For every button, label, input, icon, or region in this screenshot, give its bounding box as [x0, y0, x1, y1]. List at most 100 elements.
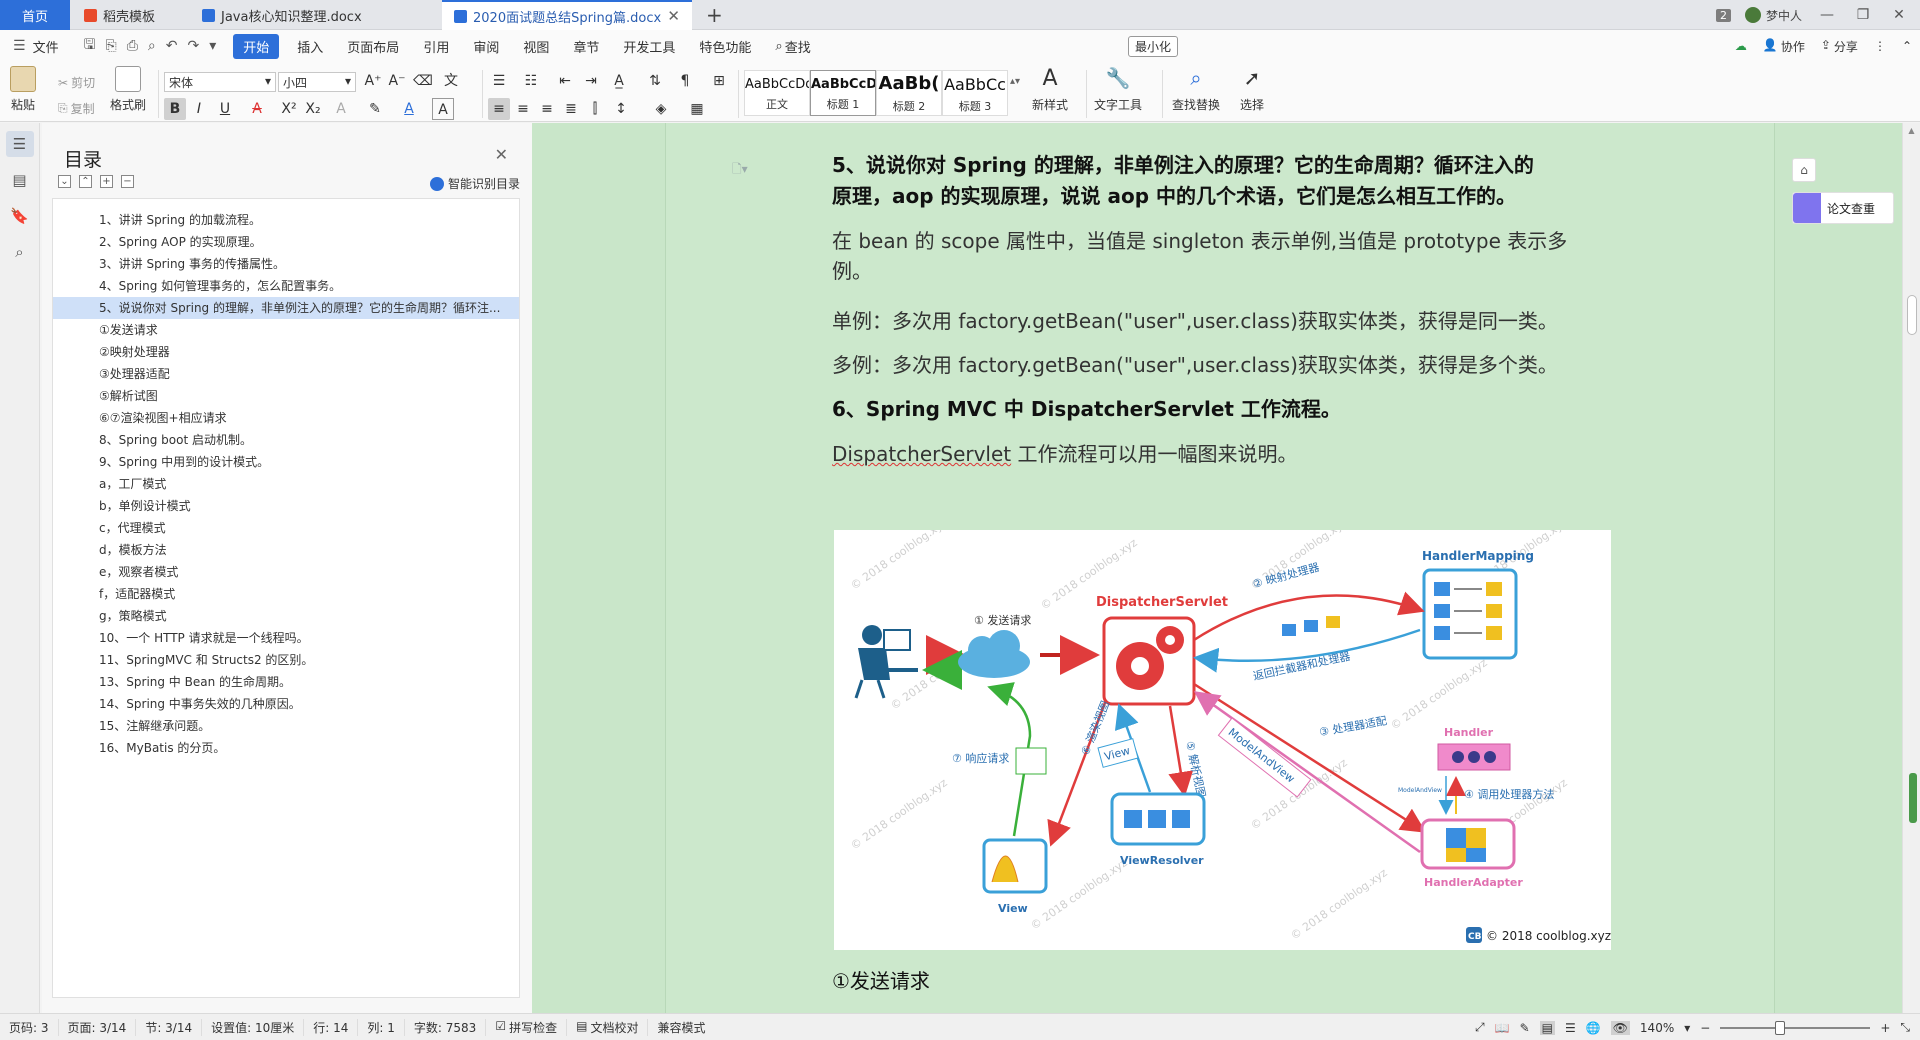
- bookmark-icon[interactable]: 🔖: [6, 203, 34, 229]
- new-tab-button[interactable]: +: [706, 0, 723, 30]
- justify-icon[interactable]: ≣: [560, 98, 582, 120]
- underline-icon[interactable]: U: [214, 98, 236, 120]
- smart-toc-button[interactable]: 智能识别目录: [429, 175, 520, 192]
- toc-item[interactable]: 5、说说你对 Spring 的理解，非单例注入的原理？它的生命周期？循环注...: [53, 297, 519, 319]
- align-left-icon[interactable]: ≡: [488, 98, 510, 120]
- format-painter-button[interactable]: 格式刷: [110, 66, 146, 113]
- page-view-icon[interactable]: ▤: [1539, 1020, 1555, 1035]
- print-preview-icon[interactable]: ⌕: [143, 38, 161, 54]
- toc-panel-icon[interactable]: ☰: [5, 131, 34, 157]
- menu-features[interactable]: 特色功能: [687, 37, 763, 56]
- fit-page-icon[interactable]: ⤡: [1900, 1020, 1910, 1035]
- tab-doc-java[interactable]: Java核心知识整理.docx: [190, 0, 442, 30]
- toc-item[interactable]: 10、一个 HTTP 请求就是一个线程吗。: [53, 627, 519, 649]
- table-border-icon[interactable]: ▦: [686, 98, 708, 120]
- line-spacing-icon[interactable]: ↕: [610, 98, 632, 120]
- toc-item[interactable]: f，适配器模式: [53, 583, 519, 605]
- shrink-font-icon[interactable]: A⁻: [386, 70, 408, 92]
- redo-icon[interactable]: ↷: [183, 38, 205, 54]
- menu-file[interactable]: 文件: [31, 37, 71, 56]
- undo-icon[interactable]: ↶: [161, 38, 183, 54]
- zoom-in-icon[interactable]: +: [1880, 1021, 1890, 1035]
- menu-references[interactable]: 引用: [411, 37, 461, 56]
- text-effect-icon[interactable]: A: [330, 98, 352, 120]
- highlight-icon[interactable]: ✎: [364, 98, 386, 120]
- menu-search[interactable]: ⌕ 查找: [763, 37, 822, 56]
- toc-item[interactable]: 9、Spring 中用到的设计模式。: [53, 451, 519, 473]
- toc-item[interactable]: d，模板方法: [53, 539, 519, 561]
- share-button[interactable]: ⇪ 分享: [1821, 38, 1858, 55]
- zoom-slider-knob[interactable]: [1775, 1020, 1786, 1035]
- collapse-ribbon-icon[interactable]: ⌃: [1902, 39, 1912, 53]
- reading-mode-icon[interactable]: 📖: [1495, 1021, 1510, 1035]
- toc-item[interactable]: ⑥⑦渲染视图+相应请求: [53, 407, 519, 429]
- status-section[interactable]: 节: 3/14: [136, 1018, 203, 1036]
- doc-check-button[interactable]: ▤ 文档校对: [567, 1018, 649, 1036]
- superscript-icon[interactable]: X²: [278, 98, 300, 120]
- char-shading-icon[interactable]: A: [432, 98, 454, 120]
- menu-insert[interactable]: 插入: [285, 37, 335, 56]
- bold-icon[interactable]: B: [164, 98, 186, 120]
- scroll-up-icon[interactable]: ▲: [1903, 126, 1920, 135]
- collab-button[interactable]: 👤 协作: [1763, 38, 1805, 55]
- toc-item[interactable]: ②映射处理器: [53, 341, 519, 363]
- numbered-list-icon[interactable]: ☷: [520, 70, 542, 92]
- menu-chapter[interactable]: 章节: [561, 37, 611, 56]
- toc-item[interactable]: ③处理器适配: [53, 363, 519, 385]
- user-account[interactable]: 梦中人: [1744, 7, 1802, 24]
- style-heading-1[interactable]: AaBbCcDd 标题 1: [810, 70, 876, 116]
- outline-view-icon[interactable]: ☰: [1565, 1021, 1576, 1035]
- toc-item[interactable]: 14、Spring 中事务失效的几种原因。: [53, 693, 519, 715]
- toc-item[interactable]: 1、讲讲 Spring 的加载流程。: [53, 209, 519, 231]
- align-center-icon[interactable]: ≡: [512, 98, 534, 120]
- menu-dev-tools[interactable]: 开发工具: [611, 37, 687, 56]
- minimize-window-icon[interactable]: —: [1816, 7, 1838, 23]
- save-icon[interactable]: 🖫: [79, 34, 101, 58]
- spell-error-word[interactable]: DispatcherServlet: [832, 442, 1011, 466]
- tab-home[interactable]: 首页: [0, 0, 70, 30]
- spell-check-button[interactable]: ☑ 拼写检查: [486, 1018, 568, 1036]
- remove-heading-icon[interactable]: −: [121, 175, 134, 188]
- restore-window-icon[interactable]: ❐: [1852, 7, 1874, 23]
- status-setting[interactable]: 设置值: 10厘米: [202, 1018, 305, 1036]
- toc-item[interactable]: ⑤解析试图: [53, 385, 519, 407]
- toc-item[interactable]: g，策略模式: [53, 605, 519, 627]
- page-marker-icon[interactable]: 🗋▾: [732, 160, 748, 181]
- add-heading-icon[interactable]: +: [100, 175, 113, 188]
- increase-indent-icon[interactable]: ⇥: [580, 70, 602, 92]
- fullscreen-icon[interactable]: ⤢: [1475, 1020, 1485, 1035]
- chinese-layout-icon[interactable]: A̲: [608, 70, 630, 92]
- tab-template[interactable]: 稻壳模板: [72, 0, 190, 30]
- style-heading-3[interactable]: AaBbCc 标题 3: [942, 70, 1008, 116]
- toc-item[interactable]: 3、讲讲 Spring 事务的传播属性。: [53, 253, 519, 275]
- new-style-button[interactable]: A 新样式: [1032, 66, 1068, 113]
- print-icon[interactable]: ⎙: [122, 38, 143, 54]
- zoom-slider[interactable]: [1720, 1020, 1871, 1035]
- web-view-icon[interactable]: 🌐: [1586, 1021, 1601, 1035]
- select-button[interactable]: ➚ 选择: [1240, 66, 1264, 113]
- zoom-percent[interactable]: 140%: [1640, 1021, 1674, 1035]
- font-color-icon[interactable]: A: [398, 98, 420, 120]
- strikethrough-icon[interactable]: A: [246, 98, 268, 120]
- copy-button[interactable]: ⎘ 复制: [58, 100, 95, 117]
- toc-item[interactable]: 15、注解继承问题。: [53, 715, 519, 737]
- scrollbar-thumb[interactable]: [1907, 295, 1917, 335]
- cloud-sync-icon[interactable]: ☁: [1735, 39, 1747, 53]
- edit-mode-icon[interactable]: ✎: [1520, 1021, 1530, 1035]
- vertical-scrollbar[interactable]: ▲: [1902, 123, 1920, 1013]
- close-window-icon[interactable]: ✕: [1888, 7, 1910, 23]
- toc-item[interactable]: e，观察者模式: [53, 561, 519, 583]
- toc-item[interactable]: 4、Spring 如何管理事务的，怎么配置事务。: [53, 275, 519, 297]
- hamburger-icon[interactable]: ☰: [8, 38, 31, 54]
- menu-start[interactable]: 开始: [233, 33, 280, 59]
- bullet-list-icon[interactable]: ☰: [488, 70, 510, 92]
- toc-item[interactable]: 8、Spring boot 启动机制。: [53, 429, 519, 451]
- style-normal[interactable]: AaBbCcDd 正文: [744, 70, 810, 116]
- styles-scroll-icon[interactable]: ▴▾: [1010, 76, 1020, 87]
- minimize-ribbon-button[interactable]: 最小化: [1128, 36, 1179, 57]
- show-marks-icon[interactable]: ¶: [674, 70, 696, 92]
- cut-button[interactable]: ✂ 剪切: [58, 74, 95, 91]
- more-icon[interactable]: ▾: [204, 38, 221, 54]
- status-page[interactable]: 页面: 3/14: [59, 1018, 137, 1036]
- distribute-icon[interactable]: ⫿: [584, 98, 606, 120]
